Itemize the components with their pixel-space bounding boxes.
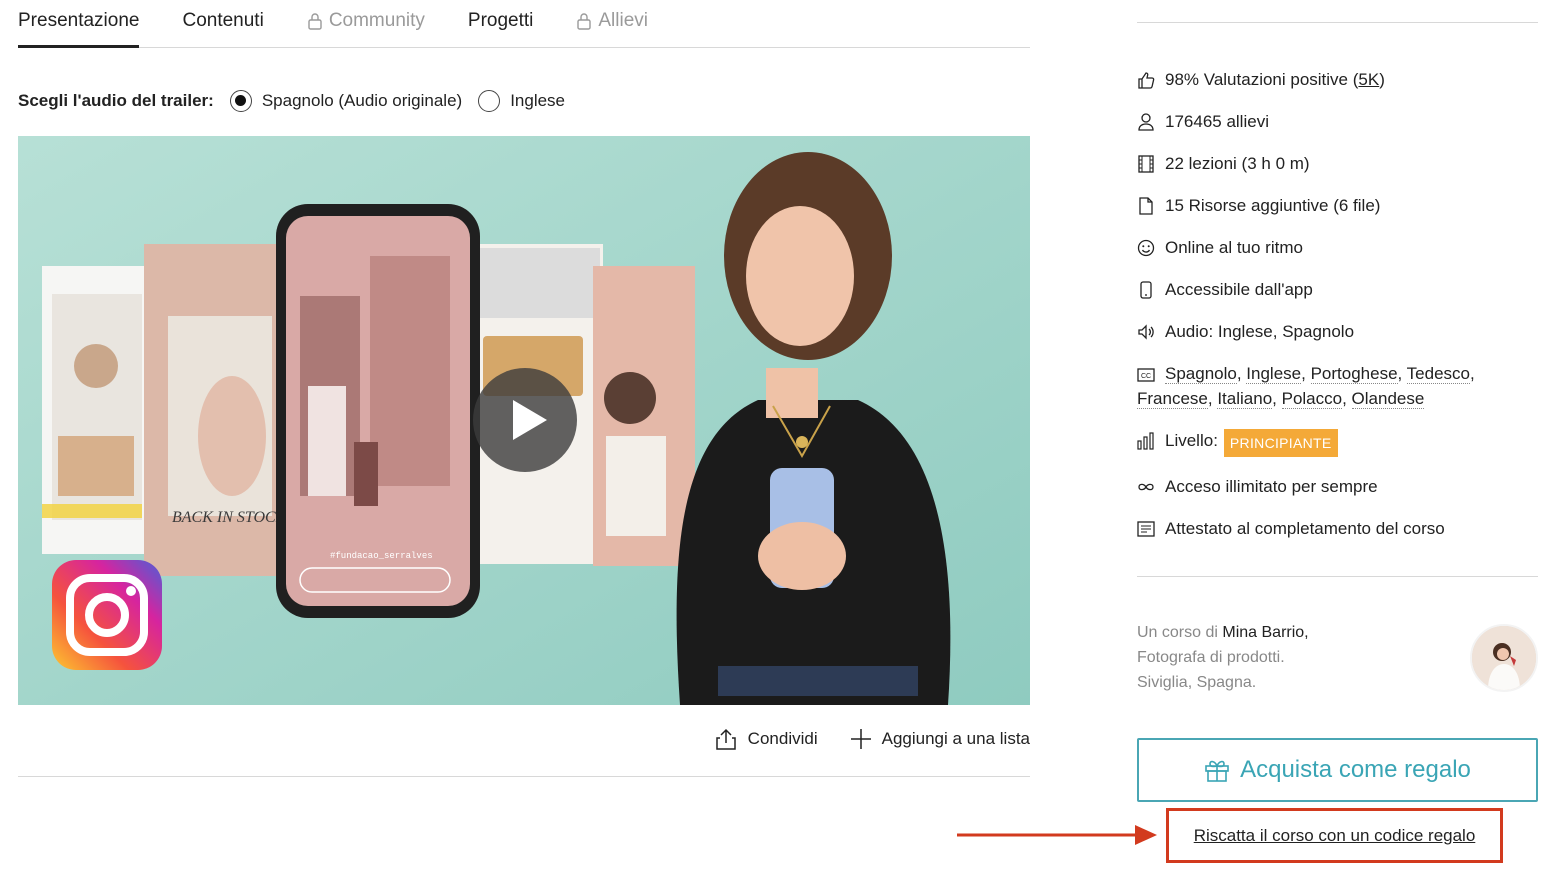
phone-icon — [1137, 278, 1155, 302]
feature-subtitles: CC Spagnolo, Inglese, Portoghese, Tedesco… — [1137, 363, 1475, 409]
subtitle-language[interactable]: Francese — [1137, 388, 1208, 409]
feature-students: 176465 allievi — [1137, 110, 1538, 134]
bar-chart-icon — [1137, 429, 1155, 453]
app-text: Accessibile dall'app — [1165, 280, 1313, 299]
students-text: 176465 allievi — [1165, 112, 1269, 131]
author-info: Un corso di Mina Barrio, Fotografa di pr… — [1137, 620, 1437, 695]
radio-button-checked[interactable] — [229, 90, 252, 112]
tab-label: Community — [328, 10, 425, 31]
lessons-text: 22 lezioni (3 h 0 m) — [1165, 154, 1310, 173]
subtitle-language[interactable]: Inglese — [1246, 364, 1302, 384]
audio-text: Audio: Inglese, Spagnolo — [1165, 322, 1355, 341]
lock-icon — [577, 13, 592, 30]
file-icon — [1137, 194, 1155, 218]
feature-certificate: Attestato al completamento del corso — [1137, 517, 1538, 541]
avatar[interactable] — [1470, 624, 1538, 692]
tab-presentazione[interactable]: Presentazione — [18, 0, 140, 48]
add-list-label: Aggiungi a una lista — [881, 729, 1030, 748]
author-location: Siviglia, Spagna. — [1137, 674, 1257, 691]
tab-label: Progetti — [467, 10, 534, 31]
radio-spagnolo[interactable]: Spagnolo (Audio originale) — [229, 90, 463, 112]
subtitle-language[interactable]: Tedesco — [1406, 364, 1470, 384]
radio-label: Inglese — [510, 91, 566, 110]
radio-inglese[interactable]: Inglese — [478, 90, 565, 112]
add-to-list-button[interactable]: Aggiungi a una lista — [850, 728, 1030, 750]
feature-resources: 15 Risorse aggiuntive (6 file) — [1137, 194, 1538, 218]
divider — [18, 776, 1030, 777]
course-tabs: Presentazione Contenuti Community Proget… — [18, 0, 1030, 48]
subtitles-icon: CC — [1137, 363, 1155, 387]
tab-progetti[interactable]: Progetti — [468, 0, 533, 48]
subtitle-language[interactable]: Spagnolo — [1165, 364, 1237, 384]
radio-label: Spagnolo (Audio originale) — [261, 91, 463, 110]
tab-contenuti[interactable]: Contenuti — [182, 0, 263, 48]
author-role: Fotografa di prodotti. — [1137, 649, 1285, 666]
feature-app: Accessibile dall'app — [1137, 278, 1538, 302]
tab-community[interactable]: Community — [307, 0, 425, 48]
buy-as-gift-button[interactable]: Acquista come regalo — [1137, 738, 1538, 802]
tab-label: Contenuti — [182, 10, 264, 31]
smile-icon — [1137, 236, 1155, 260]
author-name[interactable]: Mina Barrio, — [1222, 624, 1308, 641]
divider — [1137, 576, 1538, 577]
subtitle-language[interactable]: Olandese — [1351, 388, 1425, 409]
lock-icon — [308, 13, 322, 30]
subtitle-language[interactable]: Italiano — [1217, 388, 1273, 409]
tab-label: Allievi — [598, 10, 648, 31]
subtitle-language[interactable]: Polacco — [1281, 388, 1343, 409]
share-label: Condividi — [747, 729, 818, 748]
svg-text:CC: CC — [1141, 373, 1151, 380]
phone-caption: #fundacao_serralves — [330, 551, 433, 561]
rating-suffix: ) — [1379, 70, 1385, 89]
trailer-video[interactable]: BACK IN STOCK #fundacao_serralves — [18, 136, 1030, 705]
infinity-icon — [1137, 475, 1155, 499]
author-photo — [1472, 626, 1536, 690]
resources-text: 15 Risorse aggiuntive (6 file) — [1165, 196, 1381, 215]
trailer-audio-selector: Scegli l'audio del trailer: Spagnolo (Au… — [18, 90, 581, 112]
arrow-annotation-icon — [957, 825, 1157, 845]
course-features: 98% Valutazioni positive (5K) 176465 all… — [1137, 68, 1538, 559]
thumbs-up-icon — [1137, 68, 1155, 92]
feature-rating: 98% Valutazioni positive (5K) — [1137, 68, 1538, 92]
tab-label: Presentazione — [18, 10, 140, 31]
gift-icon — [1205, 760, 1229, 782]
plus-icon — [850, 729, 871, 749]
level-badge: PRINCIPIANTE — [1223, 428, 1338, 457]
feature-level: Livello: PRINCIPIANTE — [1137, 428, 1538, 457]
subtitle-language[interactable]: Portoghese — [1310, 364, 1398, 384]
feature-access: Acceso illimitato per sempre — [1137, 475, 1538, 499]
online-text: Online al tuo ritmo — [1165, 238, 1303, 257]
redeem-highlight-box: Riscatta il corso con un codice regalo — [1166, 808, 1503, 863]
author-prefix: Un corso di — [1137, 624, 1218, 641]
gift-button-label: Acquista come regalo — [1240, 756, 1471, 783]
level-label: Livello: — [1165, 430, 1218, 450]
share-actions: Condividi Aggiungi a una lista — [682, 727, 1030, 751]
rating-count-link[interactable]: 5K — [1358, 70, 1379, 89]
feature-online: Online al tuo ritmo — [1137, 236, 1538, 260]
tab-allievi[interactable]: Allievi — [576, 0, 648, 48]
radio-button[interactable] — [478, 90, 501, 112]
feature-lessons: 22 lezioni (3 h 0 m) — [1137, 152, 1538, 176]
user-icon — [1137, 110, 1155, 134]
share-icon — [715, 728, 736, 750]
speaker-icon — [1137, 320, 1155, 344]
film-icon — [1137, 152, 1155, 176]
play-icon[interactable] — [473, 368, 577, 472]
certificate-icon — [1137, 517, 1155, 541]
feature-audio: Audio: Inglese, Spagnolo — [1137, 320, 1538, 344]
divider — [1137, 22, 1538, 23]
card-text: BACK IN STOCK — [172, 509, 288, 526]
audio-selector-label: Scegli l'audio del trailer: — [18, 91, 214, 110]
share-button[interactable]: Condividi — [714, 727, 818, 751]
access-text: Acceso illimitato per sempre — [1165, 476, 1378, 496]
rating-text: 98% Valutazioni positive ( — [1165, 70, 1359, 89]
certificate-text: Attestato al completamento del corso — [1165, 518, 1445, 538]
redeem-gift-code-link[interactable]: Riscatta il corso con un codice regalo — [1194, 826, 1476, 846]
